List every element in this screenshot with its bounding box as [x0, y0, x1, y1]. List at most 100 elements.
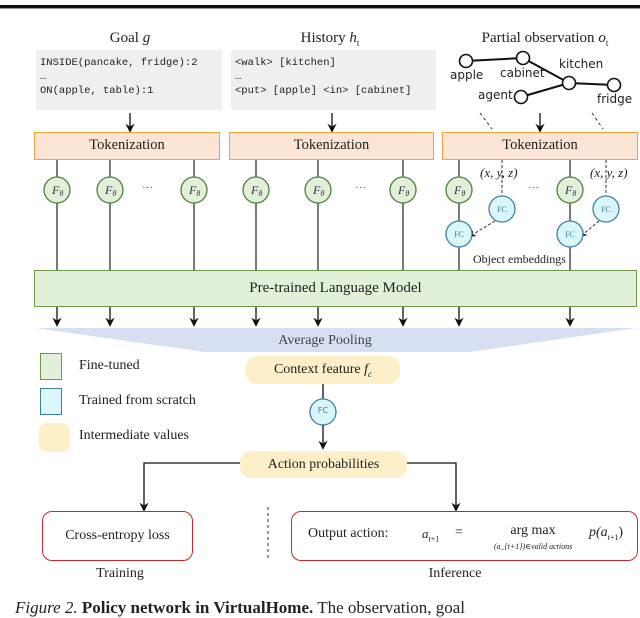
observation-variable-sub: t: [605, 38, 609, 48]
tokenization-box-history: Tokenization: [229, 132, 434, 160]
graph-node-apple: [458, 53, 474, 69]
legend-swatch-intermediate: [39, 423, 70, 452]
caption-text: The observation, goal: [317, 598, 465, 617]
obs-embedding-fc-node-0: FC: [445, 220, 473, 248]
f-theta-node-3-sub: θ: [258, 189, 262, 198]
obs-f-theta-node-0: Fθ: [445, 176, 473, 204]
obs-fc-node-0: FC: [488, 195, 516, 223]
tokenization-box-observation: Tokenization: [442, 132, 638, 160]
graph-label-apple: apple: [450, 68, 484, 82]
history-line-ellipsis: …: [235, 71, 242, 83]
graph-edge-apple-cabinet: [465, 57, 524, 62]
legend-label-intermediate: Intermediate values: [79, 428, 190, 443]
observation-dashed-right: [591, 112, 604, 130]
caption-title: Policy network in VirtualHome.: [81, 598, 314, 617]
graph-label-fridge: fridge: [597, 92, 633, 106]
f-theta-node-4: Fθ: [304, 176, 332, 204]
action-to-training-arrow: [139, 462, 240, 512]
formula-lhs-sub: t+1: [428, 534, 440, 544]
action-to-inference-arrow: [407, 462, 461, 512]
average-pooling-label: Average Pooling: [278, 333, 372, 348]
goal-title: Goal g: [60, 30, 200, 47]
context-feature-pill: Context feature fc: [246, 356, 400, 384]
f-theta-node-1-sub: θ: [112, 189, 116, 198]
legend-swatch-trained-from-scratch: [40, 388, 62, 415]
formula-lhs: at+1: [422, 526, 439, 544]
obs-f-theta-node-1-sub: θ: [572, 189, 576, 198]
observation-token-ellipsis: ···: [528, 182, 539, 194]
goal-line-2: ON(apple, table):1: [40, 85, 154, 97]
f-theta-node-0: Fθ: [43, 176, 71, 204]
fc-head-label: FC: [317, 406, 329, 415]
goal-input-box: INSIDE(pancake, fridge):2 … ON(apple, tabl…: [36, 50, 222, 110]
history-line-1: <walk> [kitchen]: [235, 57, 336, 69]
obs-embedding-fc-node-0-label: FC: [454, 230, 464, 239]
f-theta-node-3: Fθ: [242, 176, 270, 204]
obs-embedding-fc-node-1-label: FC: [565, 230, 575, 239]
graph-node-kitchen: [561, 75, 577, 91]
goal-token-ellipsis: ···: [142, 182, 153, 194]
graph-label-kitchen: kitchen: [559, 57, 604, 71]
figure-caption: Figure 2. Policy network in VirtualHome.…: [15, 598, 465, 618]
obs-fc-node-1-label: FC: [601, 205, 611, 214]
history-token-ellipsis: ···: [355, 182, 366, 194]
object-embeddings-label: Object embeddings: [472, 252, 567, 267]
f-theta-node-2: Fθ: [180, 176, 208, 204]
formula-argmax: arg max: [510, 523, 556, 538]
action-probabilities-pill: Action probabilities: [240, 451, 407, 478]
history-variable-sub: t: [356, 38, 360, 48]
training-label: Training: [96, 566, 144, 581]
observation-variable: o: [598, 30, 606, 46]
cross-entropy-loss-box: Cross-entropy loss: [42, 511, 193, 561]
graph-node-cabinet: [515, 50, 531, 66]
obs-embedding-fc-node-1: FC: [556, 220, 584, 248]
f-theta-node-5-sub: θ: [405, 189, 409, 198]
formula-rhs: p(at+1): [589, 525, 623, 542]
graph-label-agent: agent: [478, 88, 513, 102]
context-feature-sub: c: [368, 368, 373, 379]
legend-label-trained-from-scratch: Trained from scratch: [79, 393, 196, 408]
f-theta-node-5: Fθ: [389, 176, 417, 204]
goal-title-text: Goal: [109, 30, 143, 46]
obs-fc-node-0-label: FC: [497, 205, 507, 214]
legend-label-fine-tuned: Fine-tuned: [79, 358, 140, 373]
tokenization-box-goal: Tokenization: [34, 132, 220, 160]
history-variable: h: [349, 30, 357, 46]
coords-label-1: (x, y, z): [480, 165, 518, 180]
fc-to-embedding-arrow-0: [468, 220, 496, 237]
history-input-box: <walk> [kitchen] … <put> [apple] <in> [cab…: [231, 50, 436, 110]
history-line-2: <put> [apple] <in> [cabinet]: [235, 85, 412, 97]
fc-to-embedding-arrow-1: [579, 220, 600, 237]
coords-label-2: (x, y, z): [590, 165, 628, 180]
obs-f-theta-node-1: Fθ: [556, 176, 584, 204]
graph-node-agent: [513, 89, 529, 105]
formula-rhs-close: ): [618, 525, 624, 540]
observation-title: Partial observation ot: [450, 30, 640, 48]
obs-fc-node-1: FC: [592, 195, 620, 223]
output-action-label: Output action:: [308, 526, 389, 541]
legend-swatch-fine-tuned: [40, 353, 62, 380]
f-theta-node-4-sub: θ: [320, 189, 324, 198]
graph-label-cabinet: cabinet: [500, 66, 545, 80]
context-feature-text: Context feature: [273, 362, 365, 377]
caption-prefix: Figure 2.: [15, 598, 78, 617]
formula-rhs-var: p(a: [589, 525, 608, 540]
goal-line-1: INSIDE(pancake, fridge):2: [40, 57, 198, 69]
formula-equals: =: [455, 525, 463, 540]
policy-network-figure: Fθ Fθ Fθ Fθ Fθ Fθ Fθ FC FC Fθ FC FC Goal g Histor: [0, 0, 640, 617]
formula-argmax-subscript: (a_{t+1})∈valid actions: [493, 542, 573, 551]
observation-dashed-left: [479, 112, 493, 130]
inference-label: Inference: [428, 566, 482, 581]
history-title: History ht: [260, 30, 400, 48]
obs-f-theta-node-0-sub: θ: [461, 189, 465, 198]
goal-line-ellipsis: …: [40, 71, 47, 83]
output-action-box: Output action: at+1 = arg max (a_{t+1})∈…: [291, 511, 638, 561]
observation-title-text: Partial observation: [481, 30, 599, 46]
f-theta-node-2-sub: θ: [196, 189, 200, 198]
history-title-text: History: [300, 30, 350, 46]
graph-node-fridge: [606, 77, 622, 93]
lm-output-arrows: [52, 307, 575, 327]
f-theta-node-1: Fθ: [96, 176, 124, 204]
formula-rhs-sub: t+1: [607, 532, 619, 542]
f-theta-node-0-sub: θ: [59, 189, 63, 198]
